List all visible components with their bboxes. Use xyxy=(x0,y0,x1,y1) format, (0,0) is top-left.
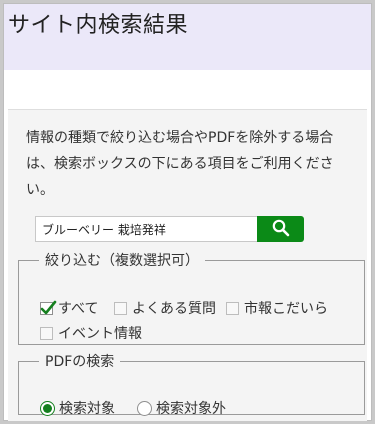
pdf-option-label: 検索対象外 xyxy=(156,401,226,417)
page-header: サイト内検索結果 xyxy=(4,4,371,70)
page-title: サイト内検索結果 xyxy=(8,13,189,38)
pdf-option-exclude[interactable]: 検索対象外 xyxy=(137,398,226,418)
filter-fieldset: 絞り込む（複数選択可） すべて よくある質問 市報こだいら イベント情報 xyxy=(18,250,365,345)
filter-option-label: よくある質問 xyxy=(132,301,216,317)
search-icon xyxy=(272,219,290,240)
intro-text: 情報の種類で絞り込む場合やPDFを除外する場合は、検索ボックスの下にある項目をご… xyxy=(26,130,334,198)
pdf-option-label: 検索対象 xyxy=(59,401,115,417)
pdf-option-include[interactable]: 検索対象 xyxy=(40,398,115,418)
pdf-legend: PDFの検索 xyxy=(45,354,115,370)
filter-option-label: イベント情報 xyxy=(58,326,142,342)
checkbox-events[interactable] xyxy=(40,326,53,340)
filter-option-events[interactable]: イベント情報 xyxy=(40,323,142,343)
radio-include[interactable] xyxy=(40,400,55,416)
filter-option-city-news[interactable]: 市報こだいら xyxy=(226,298,328,318)
filter-option-faq[interactable]: よくある質問 xyxy=(114,298,216,318)
search-input[interactable] xyxy=(35,216,258,242)
filter-option-label: すべて xyxy=(58,301,99,317)
checkbox-faq[interactable] xyxy=(114,301,127,315)
checkbox-city-news[interactable] xyxy=(226,301,239,315)
page-frame: サイト内検索結果 情報の種類で絞り込む場合やPDFを除外する場合は、検索ボックス… xyxy=(4,4,371,421)
filter-legend: 絞り込む（複数選択可） xyxy=(45,253,199,269)
filter-option-label: 市報こだいら xyxy=(244,301,328,317)
pdf-fieldset: PDFの検索 検索対象 検索対象外 xyxy=(18,351,365,418)
checkmark-icon xyxy=(40,300,57,314)
search-button[interactable] xyxy=(257,216,304,242)
search-box xyxy=(35,216,304,242)
filter-option-all[interactable]: すべて xyxy=(40,298,98,318)
search-options-panel: 情報の種類で絞り込む場合やPDFを除外する場合は、検索ボックスの下にある項目をご… xyxy=(8,109,367,421)
radio-exclude[interactable] xyxy=(137,400,152,416)
checkbox-all[interactable] xyxy=(40,300,57,315)
